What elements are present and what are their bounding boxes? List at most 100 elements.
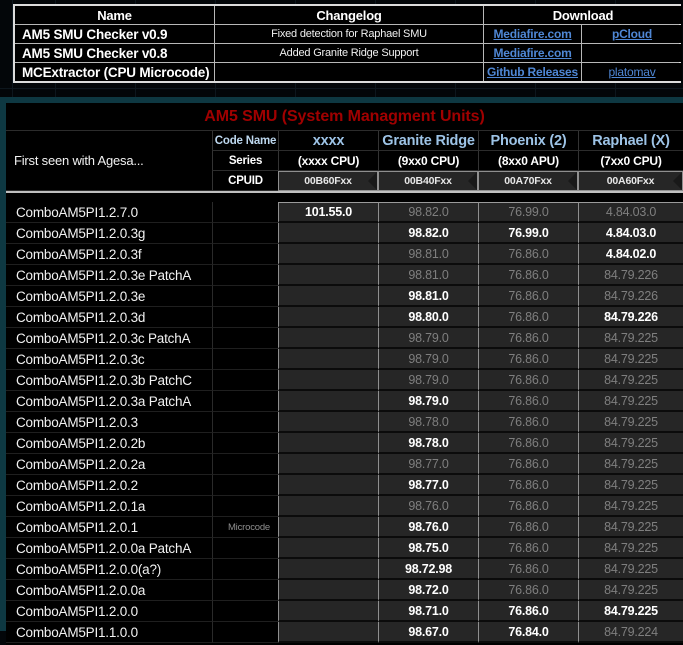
smu-version-cell [278, 328, 378, 349]
agesa-version: 1.2.0.1 [98, 520, 138, 535]
agesa-row: ComboAM5PI1.2.0.2a98.77.076.86.084.79.22… [6, 454, 683, 475]
agesa-row: ComboAM5PI1.2.0.0a98.72.076.86.084.79.22… [6, 580, 683, 601]
smu-version-cell [278, 454, 378, 475]
row-note-cell [212, 601, 278, 622]
agesa-version-cell: ComboAM5PI1.2.0.0a [6, 580, 212, 601]
agesa-version-cell: ComboAM5PI1.2.0.2a [6, 454, 212, 475]
smu-version-cell [278, 538, 378, 559]
smu-version-cell [278, 391, 378, 412]
agesa-version-cell: ComboAM5PI1.2.0.0 [6, 601, 212, 622]
smu-version-cell: 84.79.225 [578, 559, 683, 580]
smu-version-cell: 84.79.225 [578, 517, 683, 538]
smu-version-cell: 98.77.0 [378, 475, 478, 496]
smu-version-cell: 76.99.0 [478, 202, 578, 223]
agesa-prefix: ComboAM5PI [16, 457, 98, 472]
row-note-cell [212, 223, 278, 244]
agesa-row: ComboAM5PI1.2.0.3e98.81.076.86.084.79.22… [6, 286, 683, 307]
smu-version-cell: 98.71.0 [378, 601, 478, 622]
download-link[interactable]: Github Releases [487, 65, 578, 79]
agesa-version-cell: ComboAM5PI1.2.7.0 [6, 202, 212, 223]
column-header-code-name: Raphael (X) [578, 131, 683, 151]
smu-version-cell: 76.86.0 [478, 391, 578, 412]
smu-version-cell: 76.99.0 [478, 223, 578, 244]
agesa-row: ComboAM5PI1.2.0.0a PatchA98.75.076.86.08… [6, 538, 683, 559]
download-link[interactable]: pCloud [612, 27, 652, 41]
agesa-prefix: ComboAM5PI [16, 583, 98, 598]
download-row-name: AM5 SMU Checker v0.9 [15, 25, 214, 43]
smu-version-cell: 84.79.225 [578, 496, 683, 517]
row-note-cell [212, 286, 278, 307]
download-link-cell: pCloud [582, 25, 682, 43]
smu-version-cell [278, 286, 378, 307]
row-note-cell [212, 622, 278, 643]
downloads-header-changelog: Changelog [215, 6, 483, 24]
agesa-version: 1.2.0.3c PatchA [98, 331, 190, 346]
agesa-version-cell: ComboAM5PI1.2.0.0(a?) [6, 559, 212, 580]
download-link[interactable]: Mediafire.com [493, 27, 571, 41]
smu-version-cell [278, 622, 378, 643]
smu-version-cell: 98.79.0 [378, 370, 478, 391]
agesa-prefix: ComboAM5PI [16, 541, 98, 556]
agesa-prefix: ComboAM5PI [16, 436, 98, 451]
smu-version-cell: 84.79.225 [578, 391, 683, 412]
smu-version-cell: 76.86.0 [478, 580, 578, 601]
agesa-version: 1.2.0.3e [98, 289, 145, 304]
smu-version-cell: 4.84.02.0 [578, 244, 683, 265]
agesa-prefix: ComboAM5PI [16, 352, 98, 367]
agesa-version: 1.2.0.3 [98, 415, 138, 430]
smu-version-cell [278, 349, 378, 370]
row-note-cell [212, 559, 278, 580]
download-link-cell: Mediafire.com [484, 44, 581, 62]
smu-version-cell: 76.86.0 [478, 286, 578, 307]
row-note-cell [212, 307, 278, 328]
smu-version-cell: 98.81.0 [378, 286, 478, 307]
row-note-cell [212, 265, 278, 286]
agesa-row: ComboAM5PI1.2.0.3b PatchC98.79.076.86.08… [6, 370, 683, 391]
agesa-version-cell: ComboAM5PI1.2.0.2b [6, 433, 212, 454]
agesa-version-cell: ComboAM5PI1.2.0.3e PatchA [6, 265, 212, 286]
download-row-changelog: Added Granite Ridge Support [215, 44, 483, 62]
agesa-version: 1.2.0.3f [98, 247, 141, 262]
column-header-series: (7xx0 CPU) [578, 151, 683, 171]
agesa-prefix: ComboAM5PI [16, 562, 98, 577]
row-note-cell [212, 496, 278, 517]
smu-version-cell [278, 412, 378, 433]
agesa-version-cell: ComboAM5PI1.1.0.0 [6, 622, 212, 643]
agesa-prefix: ComboAM5PI [16, 247, 98, 262]
smu-version-cell: 76.86.0 [478, 517, 578, 538]
smu-version-cell: 98.76.0 [378, 517, 478, 538]
agesa-prefix: ComboAM5PI [16, 268, 98, 283]
smu-version-cell [278, 475, 378, 496]
smu-version-cell [278, 580, 378, 601]
smu-version-cell: 98.72.0 [378, 580, 478, 601]
download-link[interactable]: Mediafire.com [493, 46, 571, 60]
row-header-cpuid: CPUID [212, 171, 278, 191]
agesa-prefix: ComboAM5PI [16, 289, 98, 304]
agesa-version: 1.2.0.3e PatchA [98, 268, 191, 283]
smu-version-cell: 98.81.0 [378, 265, 478, 286]
agesa-prefix: ComboAM5PI [16, 205, 98, 220]
downloads-header-name: Name [15, 6, 214, 24]
smu-version-cell: 76.86.0 [478, 328, 578, 349]
agesa-row: ComboAM5PI1.2.0.1a98.76.076.86.084.79.22… [6, 496, 683, 517]
smu-version-cell: 101.55.0 [278, 202, 378, 223]
download-link-cell: platomav [582, 63, 682, 81]
smu-version-cell: 98.79.0 [378, 349, 478, 370]
agesa-version: 1.2.0.0(a?) [98, 562, 161, 577]
smu-version-cell: 76.86.0 [478, 538, 578, 559]
column-header-code-name: xxxx [278, 131, 378, 151]
agesa-row: ComboAM5PI1.2.0.3c PatchA98.79.076.86.08… [6, 328, 683, 349]
agesa-prefix: ComboAM5PI [16, 478, 98, 493]
smu-version-cell: 84.79.226 [578, 265, 683, 286]
column-header-cpuid: 00B60Fxx [278, 171, 378, 191]
smu-version-cell: 98.79.0 [378, 391, 478, 412]
smu-version-cell: 98.78.0 [378, 412, 478, 433]
download-row-name: MCExtractor (CPU Microcode) [15, 63, 214, 81]
smu-version-cell: 76.86.0 [478, 454, 578, 475]
column-header-code-name: Phoenix (2) [478, 131, 578, 151]
smu-version-cell: 98.79.0 [378, 328, 478, 349]
download-link[interactable]: platomav [608, 65, 655, 79]
agesa-version-cell: ComboAM5PI1.2.0.1a [6, 496, 212, 517]
agesa-version-cell: ComboAM5PI1.2.0.3b PatchC [6, 370, 212, 391]
smu-version-cell: 4.84.03.0 [578, 223, 683, 244]
